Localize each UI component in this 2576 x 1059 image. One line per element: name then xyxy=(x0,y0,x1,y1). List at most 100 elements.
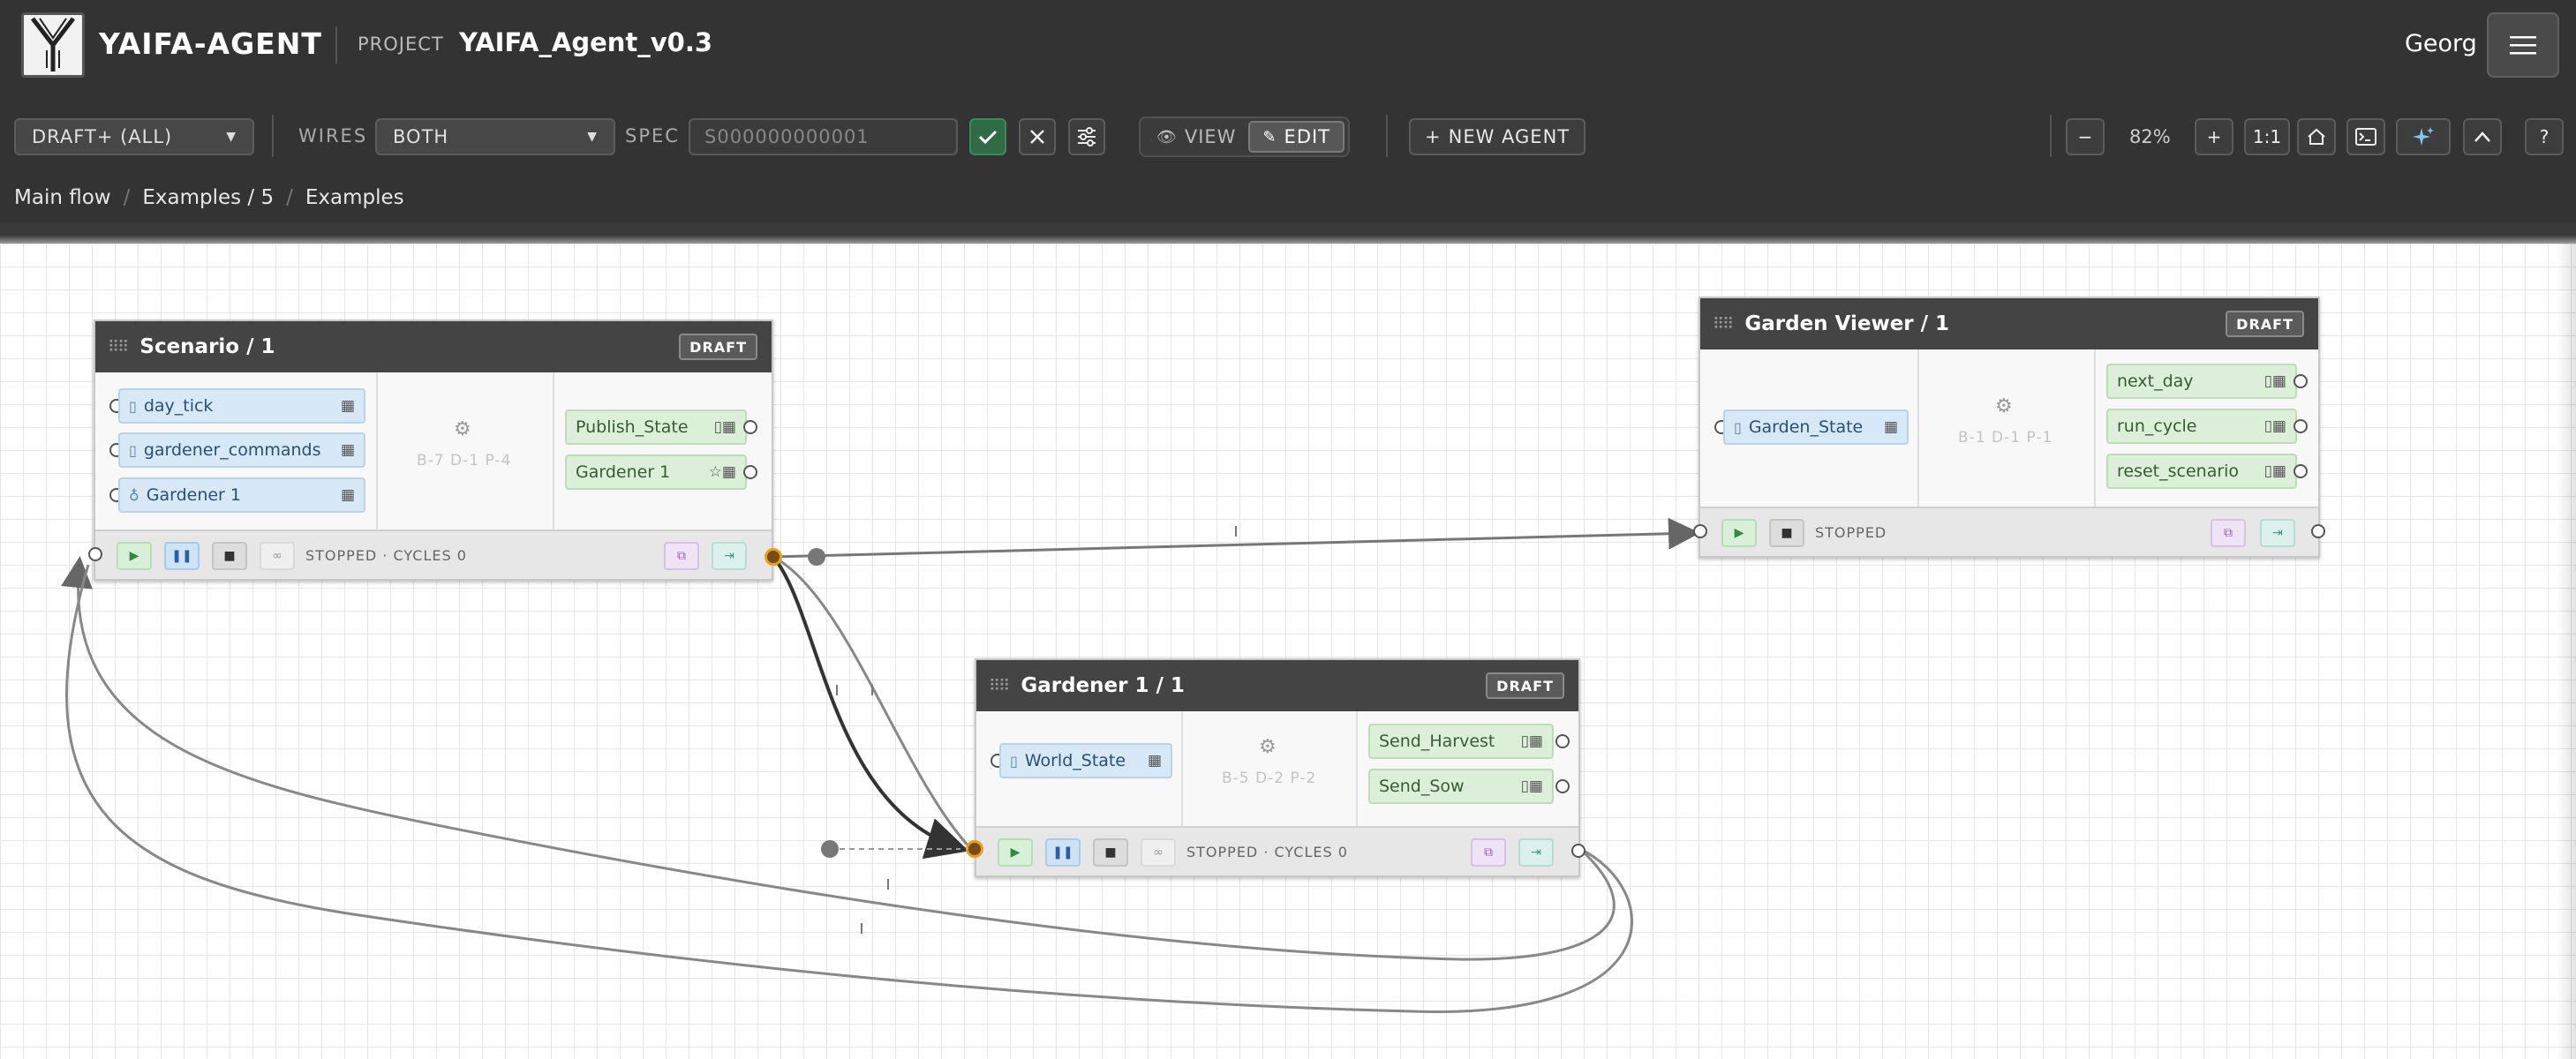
filter-dropdown[interactable]: DRAFT+ (ALL) ▼ xyxy=(14,118,254,155)
input-pin[interactable]: ▯ World_State ▦ xyxy=(999,743,1172,778)
node-header[interactable]: ⠿⠿ Gardener 1 / 1 DRAFT xyxy=(976,660,1578,711)
edit-toggle[interactable]: ✎ EDIT xyxy=(1248,121,1345,153)
play-button[interactable]: ▶ xyxy=(1721,519,1757,547)
confirm-button[interactable] xyxy=(969,118,1006,155)
toolbar-divider xyxy=(1386,115,1388,157)
input-pin[interactable]: ▯ day_tick ▦ xyxy=(118,388,365,424)
output-port[interactable] xyxy=(743,420,757,434)
user-name[interactable]: Georg xyxy=(2405,30,2477,57)
stop-button[interactable]: ■ xyxy=(1093,838,1128,867)
node-header[interactable]: ⠿⠿ Scenario / 1 DRAFT xyxy=(95,321,772,372)
pause-button[interactable]: ❚❚ xyxy=(1045,838,1081,867)
project-name[interactable]: YAIFA_Agent_v0.3 xyxy=(459,27,712,57)
new-agent-button[interactable]: + NEW AGENT xyxy=(1409,118,1586,155)
home-button[interactable] xyxy=(2297,118,2336,155)
output-port[interactable] xyxy=(1555,734,1570,748)
stop-button[interactable]: ■ xyxy=(212,542,247,570)
output-pin[interactable]: Send_Harvest ▯▦ xyxy=(1368,724,1554,759)
breadcrumb-separator: / xyxy=(286,186,293,209)
output-port[interactable] xyxy=(743,465,757,479)
pin-label: Send_Sow xyxy=(1379,777,1465,796)
input-pin[interactable]: ♁ Gardener 1 ▦ xyxy=(118,477,365,513)
gear-icon[interactable]: ⚙ xyxy=(1995,395,2013,417)
gardener-input-hub[interactable] xyxy=(966,840,983,858)
draft-badge: DRAFT xyxy=(679,334,757,360)
drag-handle-icon[interactable]: ⠿⠿ xyxy=(989,677,1010,695)
menu-button[interactable] xyxy=(2487,12,2559,78)
export-button[interactable]: ⇥ xyxy=(2260,519,2295,547)
stop-button[interactable]: ■ xyxy=(1769,519,1804,547)
outputs-column: Send_Harvest ▯▦ Send_Sow ▯▦ xyxy=(1358,711,1578,826)
gear-icon[interactable]: ⚙ xyxy=(454,418,471,440)
control-in-port[interactable] xyxy=(88,547,102,561)
input-pin[interactable]: ▯ gardener_commands ▦ xyxy=(118,432,365,468)
output-port[interactable] xyxy=(2294,419,2308,433)
output-pin[interactable]: reset_scenario ▯▦ xyxy=(2106,454,2297,489)
pause-button[interactable]: ❚❚ xyxy=(164,542,200,570)
logic-column: ⚙ B-1 D-1 P-1 xyxy=(1919,349,2096,508)
zoom-in-button[interactable]: + xyxy=(2195,118,2233,155)
control-out-port[interactable] xyxy=(2311,524,2325,538)
output-port[interactable] xyxy=(2294,374,2308,388)
console-button[interactable] xyxy=(2346,118,2385,155)
input-pin[interactable]: ▯ Garden_State ▦ xyxy=(1723,409,1909,445)
output-pin[interactable]: Gardener 1 ☆▦ xyxy=(565,454,747,490)
breadcrumb-item[interactable]: Examples xyxy=(305,186,404,209)
wire-joint[interactable] xyxy=(808,548,825,566)
drag-handle-icon[interactable]: ⠿⠿ xyxy=(1713,315,1734,334)
bulb-icon: ♁ xyxy=(129,486,139,504)
draft-badge: DRAFT xyxy=(1486,672,1564,699)
close-icon xyxy=(1030,130,1044,144)
wire-scenario-to-gardener[interactable] xyxy=(772,555,969,860)
loop-button[interactable]: ∞ xyxy=(260,542,295,570)
output-port[interactable] xyxy=(1555,779,1570,793)
wires-dropdown[interactable]: BOTH ▼ xyxy=(375,118,615,155)
wire-joint[interactable] xyxy=(821,840,839,858)
output-pin[interactable]: Send_Sow ▯▦ xyxy=(1368,769,1554,804)
toolbar: DRAFT+ (ALL) ▼ WIRES BOTH ▼ SPEC 👁 VIEW … xyxy=(0,99,2576,173)
help-button[interactable]: ? xyxy=(2525,118,2564,155)
output-pin[interactable]: run_cycle ▯▦ xyxy=(2106,409,2297,444)
play-button[interactable]: ▶ xyxy=(998,838,1033,867)
chevron-up-icon xyxy=(2474,131,2490,142)
canvas-edge-shadow xyxy=(2557,244,2576,1059)
duplicate-button[interactable]: ⧉ xyxy=(1471,838,1506,867)
play-button[interactable]: ▶ xyxy=(117,542,152,570)
export-button[interactable]: ⇥ xyxy=(712,542,747,570)
node-title: Gardener 1 / 1 xyxy=(1021,674,1185,697)
control-out-port[interactable] xyxy=(1571,844,1586,858)
spec-input[interactable] xyxy=(689,118,958,155)
wires-label: WIRES xyxy=(298,125,368,146)
drag-handle-icon[interactable]: ⠿⠿ xyxy=(108,338,129,357)
flow-canvas[interactable]: ⠿⠿ Scenario / 1 DRAFT ▯ day_tick ▦ ▯ garden… xyxy=(0,244,2576,1059)
duplicate-button[interactable]: ⧉ xyxy=(664,542,699,570)
node-scenario[interactable]: ⠿⠿ Scenario / 1 DRAFT ▯ day_tick ▦ ▯ garden… xyxy=(88,319,773,581)
duplicate-button[interactable]: ⧉ xyxy=(2211,519,2246,547)
zoom-reset-button[interactable]: 1:1 xyxy=(2244,118,2290,155)
breadcrumb-item[interactable]: Examples / 5 xyxy=(142,186,274,209)
pin-label: reset_scenario xyxy=(2117,462,2240,481)
ai-assist-button[interactable] xyxy=(2396,118,2451,155)
gear-icon[interactable]: ⚙ xyxy=(1259,736,1277,758)
zoom-out-button[interactable]: − xyxy=(2066,118,2105,155)
output-port[interactable] xyxy=(2294,464,2308,478)
app-header: YAIFA-AGENT PROJECT YAIFA_Agent_v0.3 Geo… xyxy=(0,0,2576,99)
eye-icon: 👁 xyxy=(1156,127,1178,146)
output-pin[interactable]: next_day ▯▦ xyxy=(2106,364,2297,399)
export-button[interactable]: ⇥ xyxy=(1518,838,1554,867)
node-gardener[interactable]: ⠿⠿ Gardener 1 / 1 DRAFT ▯ World_State ▦ ⚙ … xyxy=(975,658,1586,877)
pin-label: Publish_State xyxy=(576,417,689,437)
wire-scenario-to-viewer[interactable] xyxy=(772,517,1700,559)
wire-scenario-to-gardener-2[interactable] xyxy=(772,555,973,851)
collapse-button[interactable] xyxy=(2463,118,2502,155)
node-garden-viewer[interactable]: ⠿⠿ Garden Viewer / 1 DRAFT ▯ Garden_State… xyxy=(1693,297,2325,558)
clear-button[interactable] xyxy=(1019,118,1056,155)
breadcrumb-item[interactable]: Main flow xyxy=(14,186,111,209)
settings-button[interactable] xyxy=(1068,118,1105,155)
view-toggle[interactable]: 👁 VIEW xyxy=(1144,121,1248,153)
node-header[interactable]: ⠿⠿ Garden Viewer / 1 DRAFT xyxy=(1700,298,2318,349)
control-in-port[interactable] xyxy=(1693,524,1707,538)
scenario-output-hub[interactable] xyxy=(765,548,782,566)
loop-button[interactable]: ∞ xyxy=(1141,838,1176,867)
output-pin[interactable]: Publish_State ▯▦ xyxy=(565,409,747,445)
